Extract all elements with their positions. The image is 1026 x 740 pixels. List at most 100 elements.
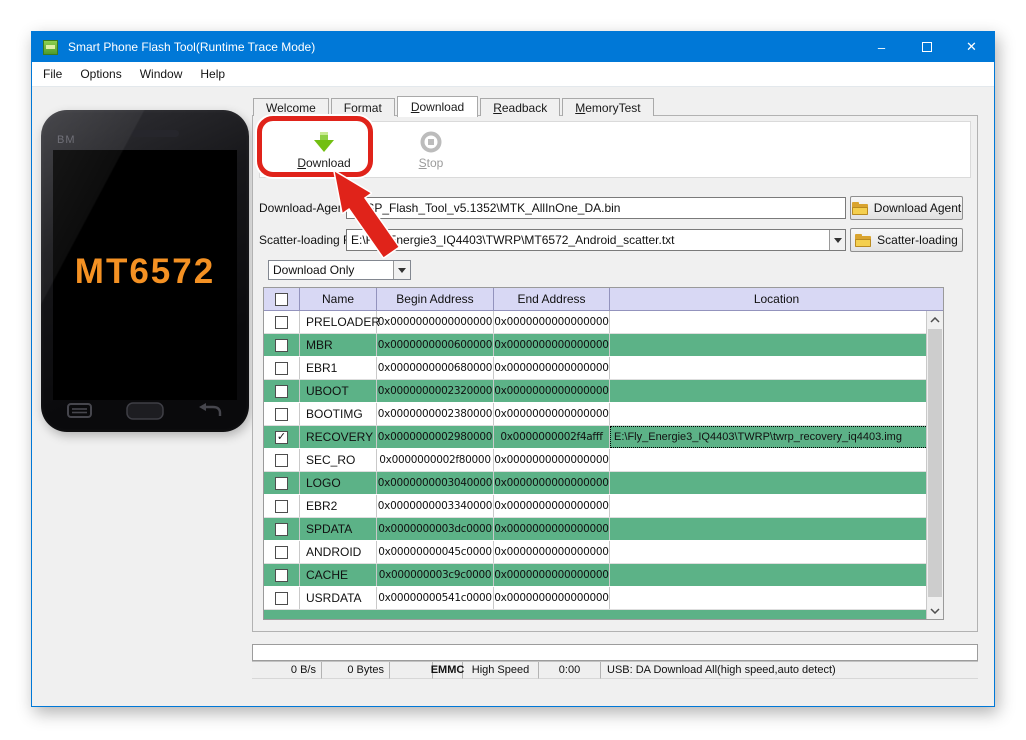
row-location-cell[interactable]: E:\Fly_Energie3_IQ4403\TWRP\twrp_recover… <box>610 426 926 448</box>
vertical-scrollbar[interactable] <box>926 311 943 619</box>
download-button[interactable]: Download <box>272 124 376 176</box>
table-row[interactable]: SPDATA 0x0000000003dc0000 0x000000000000… <box>264 518 926 541</box>
row-location-cell[interactable] <box>610 403 926 425</box>
maximize-icon <box>921 42 932 52</box>
row-checkbox[interactable] <box>275 476 288 490</box>
table-row[interactable]: SEC_RO 0x0000000002f80000 0x000000000000… <box>264 449 926 472</box>
table-row[interactable]: LOGO 0x0000000003040000 0x00000000000000… <box>264 472 926 495</box>
row-checkbox-cell[interactable] <box>264 449 300 471</box>
tab-readback[interactable]: Readback <box>480 98 561 116</box>
row-checkbox[interactable] <box>275 591 288 605</box>
tab-format[interactable]: Format <box>330 98 395 116</box>
scroll-down-icon[interactable] <box>927 602 943 619</box>
row-checkbox-cell[interactable] <box>264 518 300 540</box>
download-agent-button-label: Download Agent <box>873 201 962 215</box>
row-name-cell: PRELOADER <box>300 311 380 333</box>
row-checkbox-cell[interactable] <box>264 380 300 402</box>
row-end-address-cell: 0x0000000002f4afff <box>494 426 610 448</box>
download-mode-select[interactable]: Download Only <box>268 260 411 280</box>
menu-window[interactable]: Window <box>131 63 192 85</box>
status-link-speed: High Speed <box>463 662 539 679</box>
download-tab-panel: Download Stop Download-Agent Download Ag… <box>252 115 978 632</box>
row-checkbox[interactable] <box>275 522 288 536</box>
row-checkbox[interactable] <box>275 384 288 398</box>
row-name-cell: EBR2 <box>300 495 377 517</box>
row-checkbox-cell[interactable] <box>264 403 300 425</box>
row-location-cell[interactable] <box>610 380 926 402</box>
tab-welcome[interactable]: Welcome <box>253 98 329 116</box>
table-body: PRELOADER 0x0000000000000000 0x000000000… <box>264 311 926 619</box>
folder-icon <box>855 233 872 247</box>
status-usb-mode: USB: DA Download All(high speed,auto det… <box>601 662 978 679</box>
row-checkbox[interactable] <box>275 568 288 582</box>
table-row[interactable]: MBR 0x0000000000600000 0x000000000000000… <box>264 334 926 357</box>
menu-file[interactable]: File <box>34 63 71 85</box>
row-checkbox[interactable] <box>275 338 288 352</box>
row-checkbox-cell[interactable] <box>264 541 300 563</box>
table-row[interactable]: UBOOT 0x0000000002320000 0x0000000000000… <box>264 380 926 403</box>
table-row[interactable]: RECOVERY 0x0000000002980000 0x0000000002… <box>264 426 926 449</box>
download-agent-path-field[interactable] <box>346 197 846 219</box>
row-checkbox[interactable] <box>275 430 288 444</box>
menu-help[interactable]: Help <box>191 63 234 85</box>
row-location-cell[interactable] <box>610 449 926 471</box>
row-checkbox-cell[interactable] <box>264 495 300 517</box>
header-end-address[interactable]: End Address <box>494 288 610 311</box>
phone-earpiece <box>131 130 179 137</box>
row-checkbox-cell[interactable] <box>264 357 300 379</box>
scatter-file-combobox[interactable] <box>346 229 846 251</box>
row-location-cell[interactable] <box>610 518 926 540</box>
minimize-button[interactable]: – <box>859 32 904 62</box>
scroll-up-icon[interactable] <box>927 311 943 328</box>
row-checkbox-cell[interactable] <box>264 426 300 448</box>
row-checkbox[interactable] <box>275 545 288 559</box>
select-all-checkbox[interactable] <box>275 292 288 306</box>
row-checkbox-cell[interactable] <box>264 334 300 356</box>
table-row[interactable]: PRELOADER 0x0000000000000000 0x000000000… <box>264 311 926 334</box>
table-row[interactable]: EBR2 0x0000000003340000 0x00000000000000… <box>264 495 926 518</box>
row-location-cell[interactable] <box>610 357 926 379</box>
row-location-cell[interactable] <box>610 311 926 333</box>
row-name-cell: MBR <box>300 334 377 356</box>
status-time: 0:00 <box>539 662 601 679</box>
maximize-button[interactable] <box>904 32 949 62</box>
scrollbar-thumb[interactable] <box>928 329 942 597</box>
row-checkbox[interactable] <box>275 453 288 467</box>
scatter-dropdown-button[interactable] <box>829 230 845 250</box>
table-row[interactable]: ANDROID 0x00000000045c0000 0x00000000000… <box>264 541 926 564</box>
row-checkbox[interactable] <box>275 361 288 375</box>
row-checkbox[interactable] <box>275 315 288 329</box>
mode-dropdown-button[interactable] <box>393 261 410 279</box>
row-name-cell: EBR1 <box>300 357 377 379</box>
row-checkbox-cell[interactable] <box>264 311 300 333</box>
row-location-cell[interactable] <box>610 495 926 517</box>
stop-button[interactable]: Stop <box>400 124 462 176</box>
row-checkbox[interactable] <box>275 407 288 421</box>
row-checkbox-cell[interactable] <box>264 472 300 494</box>
header-name[interactable]: Name <box>300 288 377 311</box>
scatter-browse-button[interactable]: Scatter-loading <box>850 228 963 252</box>
table-row[interactable]: BOOTIMG 0x0000000002380000 0x00000000000… <box>264 403 926 426</box>
select-all-header-cell[interactable] <box>264 288 300 311</box>
row-checkbox[interactable] <box>275 499 288 513</box>
row-location-cell[interactable] <box>610 564 926 586</box>
row-name-cell: ANDROID <box>300 541 377 563</box>
table-row[interactable]: EBR1 0x0000000000680000 0x00000000000000… <box>264 357 926 380</box>
window-title: Smart Phone Flash Tool(Runtime Trace Mod… <box>68 40 316 54</box>
download-agent-browse-button[interactable]: Download Agent <box>850 196 963 220</box>
row-location-cell[interactable] <box>610 334 926 356</box>
tab-memorytest[interactable]: MemoryTest <box>562 98 654 116</box>
close-button[interactable]: ✕ <box>949 32 994 62</box>
menu-options[interactable]: Options <box>71 63 130 85</box>
row-location-cell[interactable] <box>610 541 926 563</box>
row-checkbox-cell[interactable] <box>264 564 300 586</box>
row-location-cell[interactable] <box>610 587 926 609</box>
header-location[interactable]: Location <box>610 288 943 311</box>
row-location-cell[interactable] <box>610 472 926 494</box>
row-checkbox-cell[interactable] <box>264 587 300 609</box>
tab-download[interactable]: Download <box>396 96 479 117</box>
action-toolbar: Download Stop <box>259 121 971 178</box>
table-row[interactable]: CACHE 0x000000003c9c0000 0x0000000000000… <box>264 564 926 587</box>
table-row[interactable]: USRDATA 0x00000000541c0000 0x00000000000… <box>264 587 926 610</box>
header-begin-address[interactable]: Begin Address <box>377 288 494 311</box>
